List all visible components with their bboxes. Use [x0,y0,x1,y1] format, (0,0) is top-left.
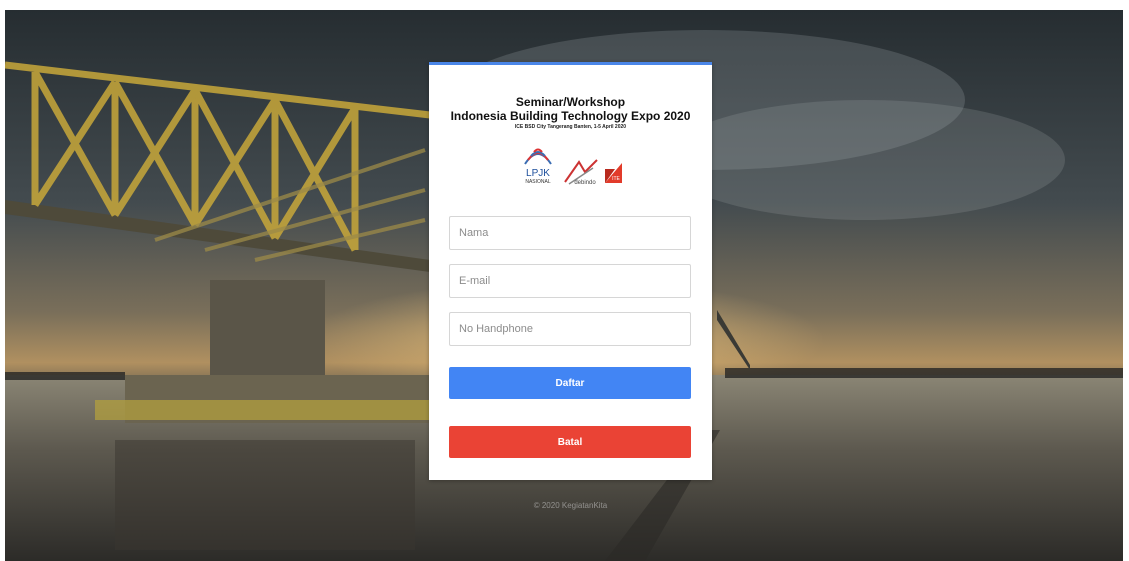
lpjk-logo-subtext: NASIONAL [525,179,551,185]
email-input[interactable] [449,264,691,298]
top-strip [0,0,1129,10]
card-subtitle: Indonesia Building Technology Expo 2020 [450,109,691,123]
registration-card: Seminar/Workshop Indonesia Building Tech… [429,62,712,480]
debindo-logo: debindo [564,159,598,186]
ite-logo-text: ITE [612,176,620,182]
phone-input[interactable] [449,312,691,346]
lpjk-logo: LPJK NASIONAL [524,148,552,185]
debindo-logo-text: debindo [574,180,596,186]
card-title: Seminar/Workshop [515,95,626,109]
cancel-button[interactable]: Batal [449,426,691,458]
ite-logo: ITE [605,163,622,183]
sponsor-logos: LPJK NASIONAL debindo ITE [519,138,639,190]
lpjk-logo-text: LPJK [526,168,550,179]
event-venue: ICE BSD City Tangerang Banten, 1-5 April… [514,124,627,130]
footer-copyright: © 2020 KegiatanKita [533,501,608,510]
name-input[interactable] [449,216,691,250]
register-button[interactable]: Daftar [449,367,691,399]
